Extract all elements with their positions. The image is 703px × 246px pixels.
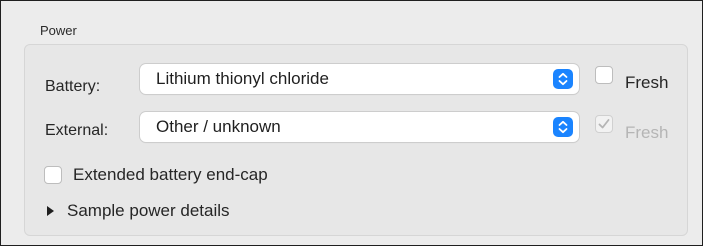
checkmark-icon	[598, 119, 610, 129]
endcap-label[interactable]: Extended battery end-cap	[73, 165, 268, 185]
external-popup[interactable]: Other / unknown	[140, 112, 579, 142]
power-panel: Power Battery: Lithium thionyl chloride …	[0, 0, 703, 246]
battery-popup-value: Lithium thionyl chloride	[156, 69, 329, 88]
external-fresh-checkbox[interactable]	[595, 115, 613, 133]
external-label: External:	[45, 122, 109, 139]
battery-label: Battery:	[45, 78, 101, 95]
external-fresh-label[interactable]: Fresh	[625, 123, 668, 143]
battery-fresh-label[interactable]: Fresh	[625, 73, 668, 93]
endcap-checkbox[interactable]	[44, 166, 62, 184]
sample-power-details-label[interactable]: Sample power details	[67, 201, 230, 221]
disclosure-triangle-icon[interactable]	[47, 206, 54, 216]
external-popup-value: Other / unknown	[156, 117, 281, 136]
battery-popup[interactable]: Lithium thionyl chloride	[140, 64, 579, 94]
battery-fresh-checkbox[interactable]	[595, 66, 613, 84]
up-down-chevron-icon	[553, 117, 573, 137]
group-title: Power	[40, 23, 77, 38]
up-down-chevron-icon	[553, 69, 573, 89]
